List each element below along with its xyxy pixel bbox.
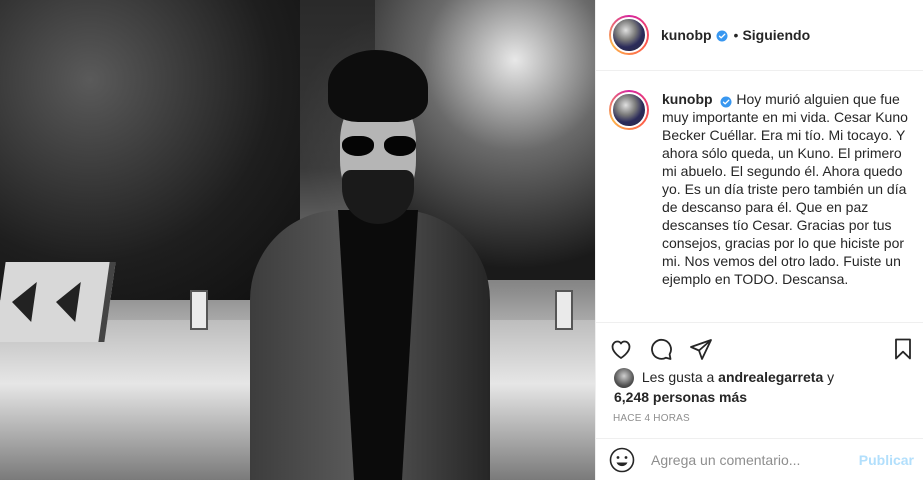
photo-person [230,50,490,480]
publish-button[interactable]: Publicar [859,452,914,468]
caption-body: Hoy murió alguien que fue muy importante… [662,91,908,287]
following-button[interactable]: Siguiendo [742,27,810,43]
post-photo[interactable] [0,0,595,480]
caption-username[interactable]: kunobp [662,91,713,107]
photo-road-post [190,290,208,330]
likes-conjunction: y [827,369,835,385]
verified-badge-icon [716,29,728,42]
photo-sunglasses [340,136,418,156]
action-bar [596,322,923,374]
caption-area: kunobp Hoy murió alguien que fue muy imp… [596,71,923,322]
caption-avatar-wrap [609,90,649,322]
post-header: kunobp • Siguiendo [596,0,923,71]
verified-badge-icon [720,94,732,108]
likes-count-link[interactable]: 6,248 personas más [614,389,747,405]
avatar[interactable] [609,15,649,55]
likes-summary: Les gusta a andrealegarreta y 6,248 pers… [614,368,914,406]
post-timestamp[interactable]: HACE 4 HORAS [613,413,690,424]
post-side-panel: kunobp • Siguiendo kunobp Hoy murió algu… [595,0,923,480]
liker-username[interactable]: andrealegarreta [718,369,823,385]
heart-icon[interactable] [609,337,633,361]
likes-prefix: Les gusta a [641,369,715,385]
comment-bubble-icon[interactable] [649,337,673,361]
header-username[interactable]: kunobp [661,27,712,43]
smiley-icon[interactable] [609,447,635,473]
photo-road-post [555,290,573,330]
paper-plane-icon[interactable] [689,337,713,361]
comment-form: Publicar [596,438,923,480]
avatar[interactable] [609,90,649,130]
photo-road-barrier [0,262,116,342]
bookmark-icon[interactable] [891,337,915,361]
comment-input[interactable] [651,451,859,468]
caption-text: kunobp Hoy murió alguien que fue muy imp… [662,90,908,322]
photo-hair [328,50,428,122]
separator-dot: • [733,27,739,43]
liker-avatar[interactable] [614,368,634,389]
